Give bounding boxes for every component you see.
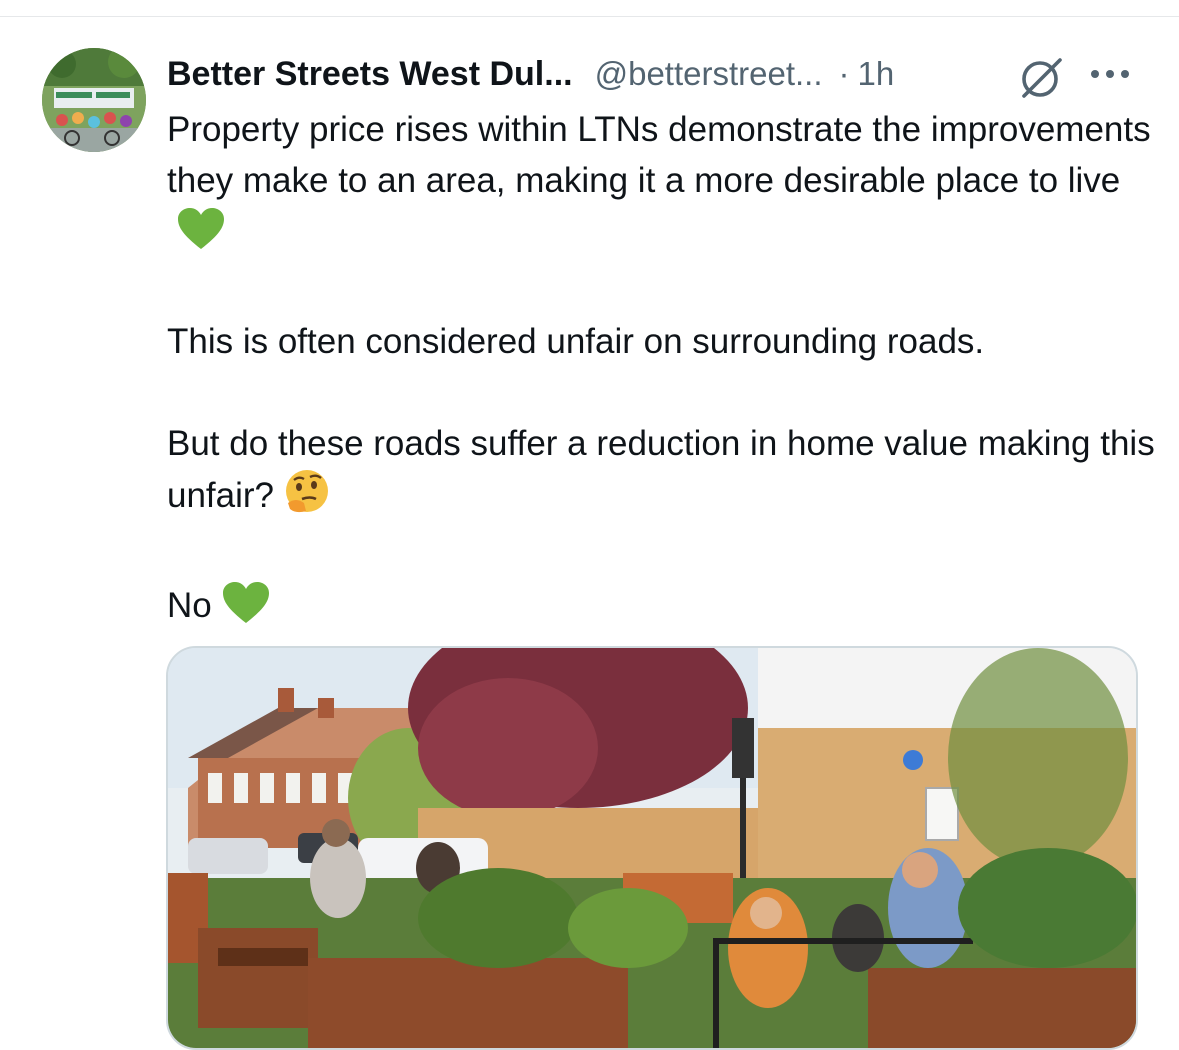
avatar-image: [42, 48, 146, 152]
green-heart-icon: [222, 581, 270, 639]
post-paragraph-2: This is often considered unfair on surro…: [167, 316, 1157, 367]
post-header: Better Streets West Dul... @betterstreet…: [167, 50, 894, 98]
green-heart-icon: [177, 207, 225, 265]
user-handle[interactable]: @betterstreet...: [595, 55, 823, 93]
post-timestamp[interactable]: 1h: [858, 55, 895, 93]
post-paragraph-3: But do these roads suffer a reduction in…: [167, 418, 1157, 529]
display-name[interactable]: Better Streets West Dul...: [167, 55, 573, 94]
post-media-image[interactable]: [166, 646, 1138, 1050]
paragraph-text: This is often considered unfair on surro…: [167, 322, 985, 361]
post[interactable]: Better Streets West Dul... @betterstreet…: [0, 0, 1179, 1050]
street-scene-photo: [168, 648, 1136, 1048]
paragraph-text: No: [167, 586, 212, 625]
separator-dot: ·: [838, 55, 850, 92]
more-options-icon[interactable]: [1088, 62, 1132, 86]
avatar[interactable]: [42, 48, 146, 152]
post-paragraph-4: No: [167, 580, 1157, 639]
post-paragraph-1: Property price rises within LTNs demonst…: [167, 104, 1157, 265]
paragraph-text: Property price rises within LTNs demonst…: [167, 110, 1151, 200]
post-text: Property price rises within LTNs demonst…: [167, 104, 1157, 639]
grok-icon[interactable]: [1018, 54, 1066, 100]
thinking-face-icon: [284, 469, 330, 529]
